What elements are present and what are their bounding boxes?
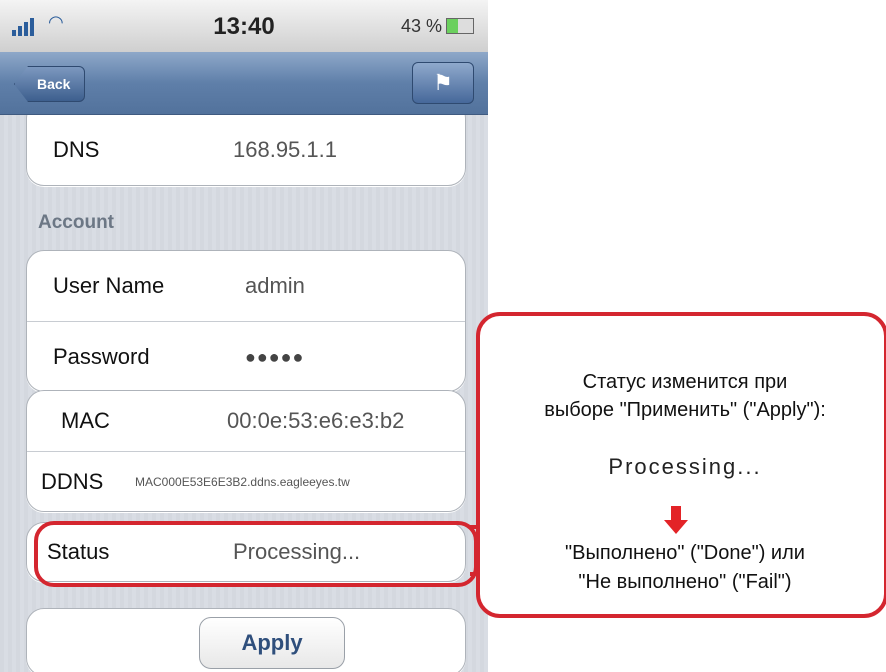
nav-bar: Back ⚑ (0, 52, 488, 115)
book-icon[interactable]: ⚑ (412, 62, 474, 104)
status-row: Status Processing... (27, 523, 465, 581)
battery-percent: 43 % (400, 16, 442, 36)
ddns-row[interactable]: DDNS MAC000E53E6E3B2.ddns.eagleeyes.tw (27, 452, 465, 512)
dns-value: 168.95.1.1 (233, 137, 337, 162)
status-group: Status Processing... (26, 522, 466, 582)
callout-processing: Processing... (608, 454, 762, 479)
callout-line2: выборе "Применить" ("Apply"): (544, 399, 826, 421)
account-group: User Name admin Password ●●●●● (26, 250, 466, 392)
callout-box: Статус изменится при выборе "Применить" … (476, 312, 886, 618)
status-value: Processing... (233, 539, 361, 564)
mac-value: 00:0e:53:e6:e3:b2 (227, 408, 405, 433)
mac-label: MAC (61, 408, 110, 433)
username-row[interactable]: User Name admin (27, 251, 465, 322)
apply-group: Apply (26, 608, 466, 672)
callout-line4: "Не выполнено" ("Fail") (578, 571, 792, 593)
account-section-title: Account (38, 212, 114, 233)
apply-button[interactable]: Apply (199, 617, 345, 669)
status-label: Status (47, 539, 110, 564)
back-button[interactable]: Back (14, 66, 86, 102)
device-group: MAC 00:0e:53:e6:e3:b2 DDNS MAC000E53E6E3… (26, 390, 466, 512)
password-value: ●●●●● (245, 347, 305, 367)
status-bar: ◠ 13:40 43 % (0, 0, 488, 52)
password-row[interactable]: Password ●●●●● (27, 322, 465, 392)
battery-icon (446, 18, 474, 34)
username-label: User Name (53, 273, 165, 298)
mac-row[interactable]: MAC 00:0e:53:e6:e3:b2 (27, 391, 465, 452)
ddns-label: DDNS (41, 469, 104, 494)
callout-line1: Статус изменится при (582, 371, 788, 393)
password-label: Password (53, 344, 150, 369)
dns-label: DNS (53, 137, 100, 162)
username-value: admin (245, 273, 305, 298)
ddns-value: MAC000E53E6E3B2.ddns.eagleeyes.tw (135, 475, 350, 489)
callout-line3: "Выполнено" ("Done") или (565, 542, 805, 564)
phone-screen: ◠ 13:40 43 % Back ⚑ DNS 168.95.1.1 Accou… (0, 0, 488, 672)
